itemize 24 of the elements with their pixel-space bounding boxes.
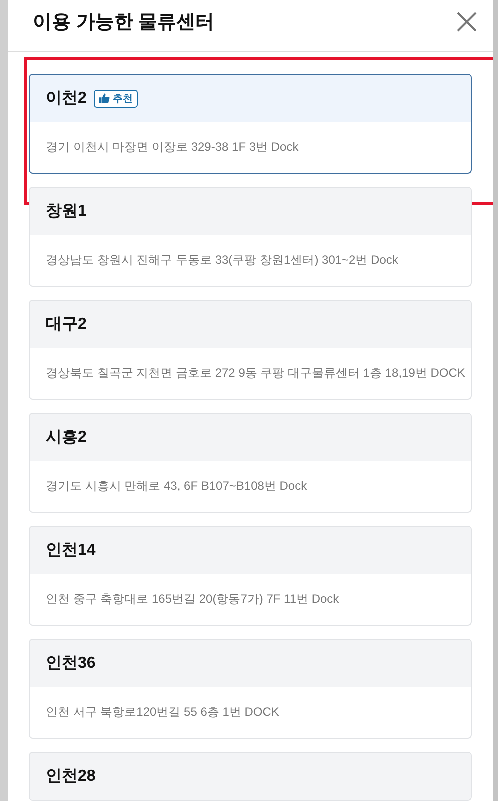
center-card[interactable]: 시흥2 경기도 시흥시 만해로 43, 6F B107~B108번 Dock — [29, 413, 472, 513]
center-name: 시흥2 — [46, 428, 87, 448]
center-card[interactable]: 대구2 경상북도 칠곡군 지천면 금호로 272 9동 쿠팡 대구물류센터 1층 18,19번 DOCK — [29, 300, 472, 400]
center-address: 경기도 시흥시 만해로 43, 6F B107~B108번 Dock — [46, 478, 308, 495]
center-name: 인천14 — [46, 541, 96, 561]
badge-label: 추천 — [112, 92, 133, 106]
center-card[interactable]: 창원1 경상남도 창원시 진해구 두동로 33(쿠팡 창원1센터) 301~2번 Dock — [29, 187, 472, 287]
thumbs-up-icon — [98, 93, 110, 104]
center-address: 경상남도 창원시 진해구 두동로 33(쿠팡 창원1센터) 301~2번 Dock — [46, 252, 398, 269]
center-address: 경상북도 칠곡군 지천면 금호로 272 9동 쿠팡 대구물류센터 1층 18,19번 DOCK — [46, 365, 466, 382]
center-card[interactable]: 인천28 — [29, 752, 472, 801]
center-card[interactable]: 이천2 추천 경기 이천시 마장면 이장로 329-38 1F 3번 Dock — [29, 74, 472, 174]
center-name: 대구2 — [46, 315, 87, 335]
center-card[interactable]: 인천14 인천 중구 축항대로 165번길 20(항동7가) 7F 11번 Dock — [29, 526, 472, 626]
dialog-title: 이용 가능한 물류센터 — [33, 10, 215, 34]
center-address: 경기 이천시 마장면 이장로 329-38 1F 3번 Dock — [46, 139, 299, 156]
center-address: 인천 중구 축항대로 165번길 20(항동7가) 7F 11번 Dock — [46, 591, 340, 608]
center-address: 인천 서구 북항로120번길 55 6층 1번 DOCK — [46, 704, 280, 721]
center-name: 창원1 — [46, 202, 87, 222]
center-name: 인천36 — [46, 654, 96, 674]
center-name: 인천28 — [46, 767, 96, 787]
center-name: 이천2 — [46, 89, 87, 109]
close-icon[interactable] — [457, 12, 477, 32]
center-card[interactable]: 인천36 인천 서구 북항로120번길 55 6층 1번 DOCK — [29, 639, 472, 739]
